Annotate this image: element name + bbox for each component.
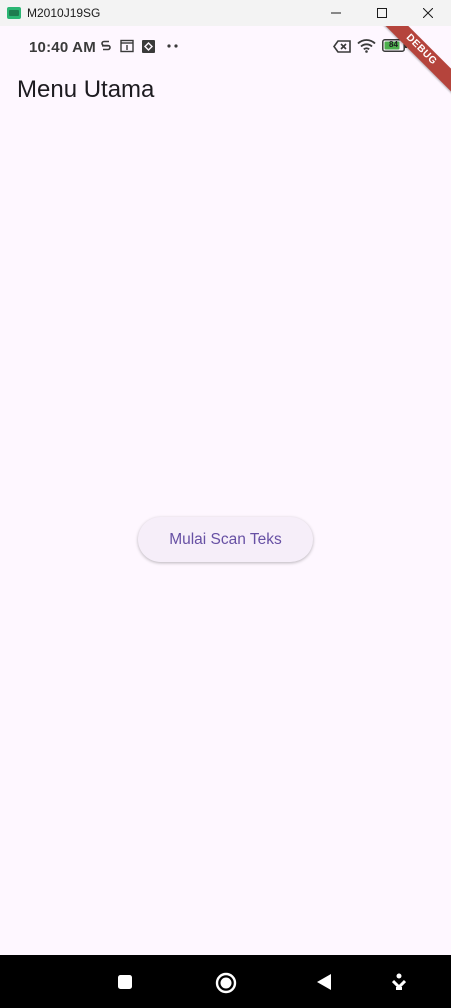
- window-controls: [313, 0, 451, 26]
- window-title: M2010J19SG: [27, 6, 101, 20]
- close-icon: [423, 8, 433, 18]
- back-triangle-icon[interactable]: [316, 973, 332, 991]
- calendar-icon: [120, 39, 134, 53]
- navigation-bar: [0, 955, 451, 1008]
- battery-level: 84: [389, 40, 398, 49]
- home-circle-icon[interactable]: [215, 972, 237, 994]
- maximize-button[interactable]: [359, 0, 405, 26]
- diamond-icon: [142, 40, 155, 53]
- minimize-icon: [331, 12, 341, 14]
- minimize-button[interactable]: [313, 0, 359, 26]
- page-title: Menu Utama: [17, 76, 155, 103]
- keyboard-down-icon[interactable]: [392, 973, 406, 991]
- phone-screen: 10:40 AM 84 DEBUG Menu Utama Mulai Scan …: [0, 26, 451, 955]
- maximize-icon: [377, 8, 387, 18]
- wifi-icon: [357, 39, 376, 53]
- status-time: 10:40 AM: [29, 39, 96, 56]
- start-scan-button[interactable]: Mulai Scan Teks: [138, 517, 313, 562]
- more-dots-icon: [167, 44, 178, 48]
- close-button[interactable]: [405, 0, 451, 26]
- window-title-bar: M2010J19SG: [0, 0, 451, 26]
- status-bar: 10:40 AM 84: [0, 26, 451, 66]
- app-icon: [7, 7, 21, 19]
- recents-square-icon[interactable]: [117, 974, 133, 990]
- s-icon: [101, 40, 111, 51]
- no-sim-icon: [333, 40, 351, 53]
